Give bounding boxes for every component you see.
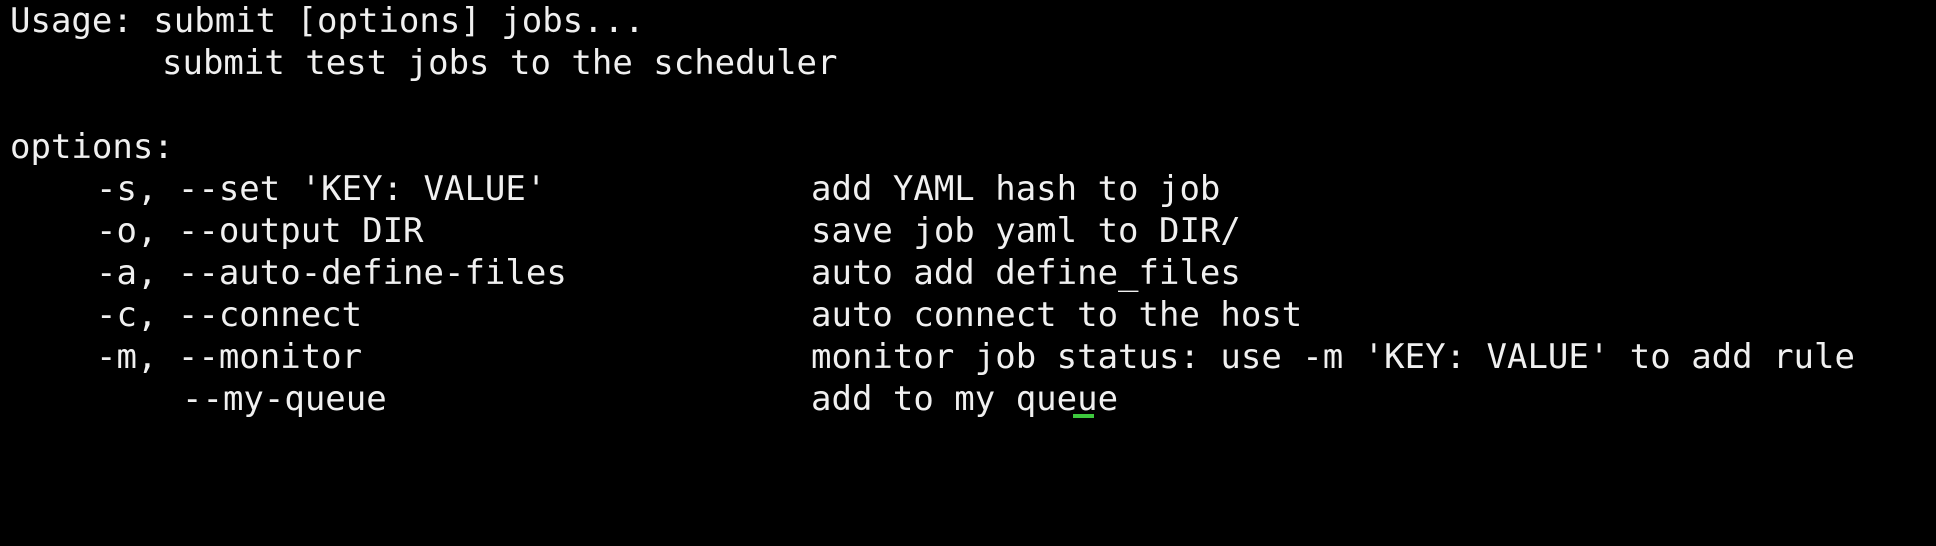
option-row-set: -s, --set 'KEY: VALUE' add YAML hash to … <box>10 168 1936 210</box>
option-row-auto-define-files: -a, --auto-define-files auto add define_… <box>10 252 1936 294</box>
text-cursor <box>1073 414 1094 418</box>
option-description: save job yaml to DIR/ <box>811 211 1241 251</box>
option-description: auto add define_files <box>811 253 1241 293</box>
option-flag: -s, --set 'KEY: VALUE' <box>96 169 547 209</box>
option-flag: -o, --output DIR <box>96 211 424 251</box>
option-row-monitor: -m, --monitor monitor job status: use -m… <box>10 336 1936 378</box>
options-header: options: <box>10 127 174 167</box>
option-description: add to my queue <box>811 379 1119 419</box>
option-row-output: -o, --output DIR save job yaml to DIR/ <box>10 210 1936 252</box>
option-flag: -c, --connect <box>96 295 363 335</box>
usage-line: Usage: submit [options] jobs... <box>10 1 645 41</box>
option-row-connect: -c, --connect auto connect to the host <box>10 294 1936 336</box>
option-description: monitor job status: use -m 'KEY: VALUE' … <box>811 337 1855 377</box>
description-line: submit test jobs to the scheduler <box>162 43 838 83</box>
option-description: add YAML hash to job <box>811 169 1221 209</box>
option-description: auto connect to the host <box>811 295 1303 335</box>
option-flag: --my-queue <box>182 379 387 419</box>
option-flag: -m, --monitor <box>96 337 363 377</box>
terminal-window[interactable]: Usage: submit [options] jobs... submit t… <box>0 0 1936 420</box>
option-row-my-queue: --my-queue add to my queue <box>10 378 1936 420</box>
option-flag: -a, --auto-define-files <box>96 253 567 293</box>
